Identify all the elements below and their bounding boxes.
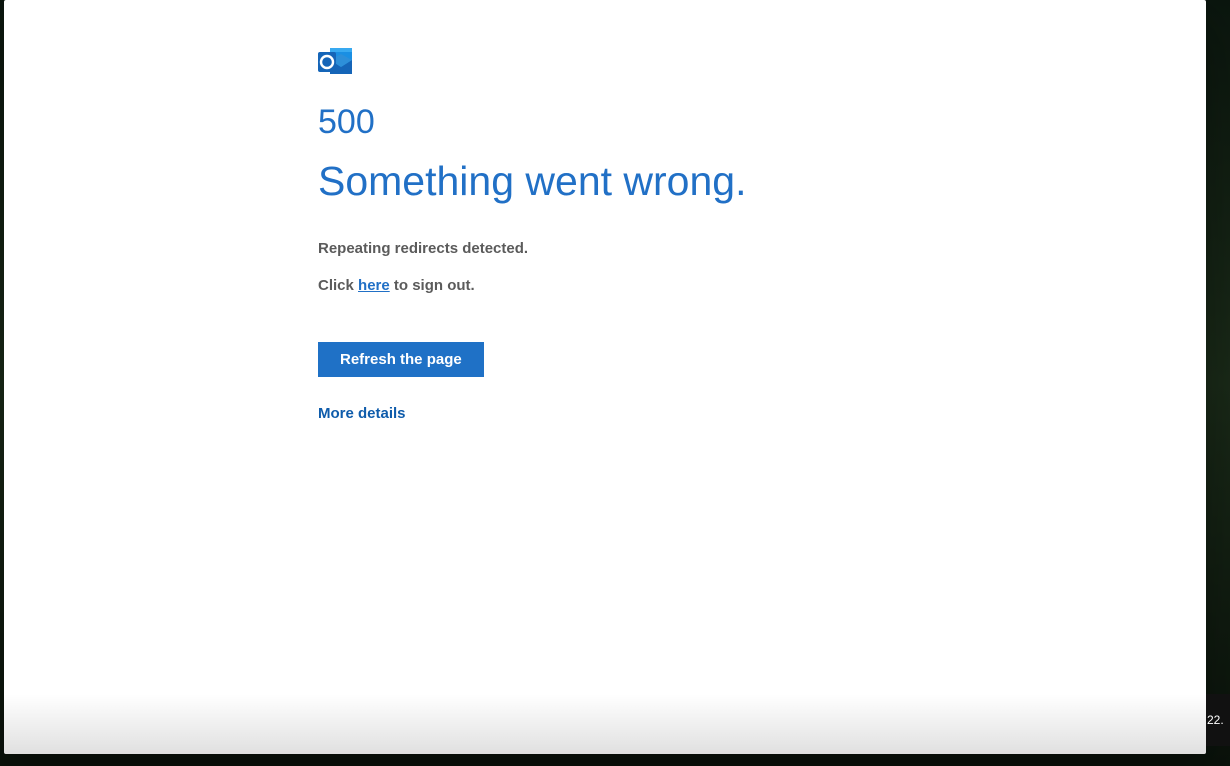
error-code: 500 [318, 104, 1078, 141]
window-bottom-shadow [4, 694, 1206, 754]
signout-suffix: to sign out. [390, 277, 475, 294]
error-content: 500 Something went wrong. Repeating redi… [318, 46, 1078, 423]
desktop-background: 500 Something went wrong. Repeating redi… [0, 0, 1230, 766]
taskbar-clock-fragment: 22. [1206, 694, 1230, 746]
error-message: Repeating redirects detected. [318, 240, 1078, 257]
more-details-link[interactable]: More details [318, 405, 406, 422]
error-window: 500 Something went wrong. Repeating redi… [4, 0, 1206, 754]
signout-instruction: Click here to sign out. [318, 277, 1078, 294]
refresh-button[interactable]: Refresh the page [318, 342, 484, 377]
signout-prefix: Click [318, 277, 358, 294]
outlook-icon [318, 46, 354, 78]
error-heading: Something went wrong. [318, 159, 1078, 204]
signout-link[interactable]: here [358, 277, 390, 294]
